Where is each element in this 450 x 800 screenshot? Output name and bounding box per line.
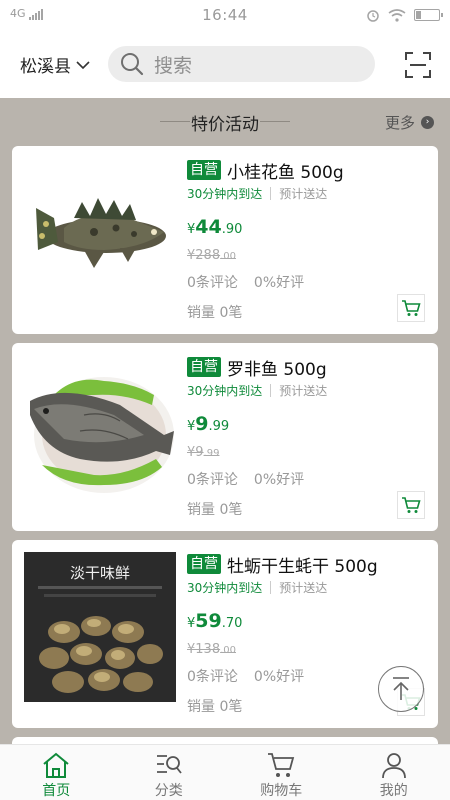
tab-cart[interactable]: 购物车 (225, 745, 338, 800)
product-card[interactable]: 自营 小桂花鱼 500g 30分钟内到达 预计送达 ¥44.90 ¥288.00… (12, 146, 438, 334)
divider (260, 121, 290, 122)
delivery-estimate: 预计送达 (279, 580, 328, 595)
home-icon (43, 752, 69, 778)
alarm-icon (367, 10, 379, 22)
tab-label: 分类 (154, 783, 183, 799)
self-operated-badge: 自营 (187, 357, 221, 377)
divider (270, 580, 272, 594)
sales-count: 销量 0笔 (187, 502, 243, 518)
original-price: ¥288.00 (187, 248, 236, 263)
tab-profile[interactable]: 我的 (338, 745, 450, 800)
search-icon (121, 53, 144, 76)
review-count: 0条评论 (187, 275, 238, 291)
search-placeholder: 搜索 (154, 54, 193, 77)
location-selector[interactable]: 松溪县 (20, 52, 90, 77)
product-name: 牡蛎干生蚝干 500g (227, 556, 378, 577)
delivery-estimate: 预计送达 (279, 186, 328, 201)
tab-category[interactable]: 分类 (113, 745, 226, 800)
positive-rate: 0%好评 (253, 472, 305, 488)
add-to-cart-button[interactable] (397, 491, 425, 519)
cart-icon (402, 497, 421, 513)
tab-label: 购物车 (260, 783, 303, 799)
sale-price: ¥44.90 (187, 216, 243, 238)
delivery-time: 30分钟内到达 (187, 580, 263, 595)
tab-label: 首页 (42, 783, 71, 799)
back-to-top-button[interactable] (378, 666, 424, 712)
product-image-title: 淡干味鲜 (70, 564, 130, 582)
more-label: 更多 (384, 114, 415, 132)
delivery-estimate: 预计送达 (279, 383, 328, 398)
user-icon (381, 753, 406, 779)
original-price: ¥138.00 (187, 642, 236, 657)
bottom-nav: 首页 分类 购物车 我的 (0, 744, 450, 800)
search-input[interactable]: 搜索 (108, 46, 375, 82)
more-link[interactable]: 更多 › (385, 112, 434, 133)
product-card[interactable]: 淡干味鲜 自营 牡蛎干生蚝干 500g 30分钟内到达 预计送达 ¥59.70 … (12, 540, 438, 728)
scan-icon[interactable] (404, 51, 432, 79)
product-card[interactable]: 自营 罗非鱼 500g 30分钟内到达 预计送达 ¥9.99 ¥9.99 0条评… (12, 343, 438, 531)
product-image (36, 198, 166, 268)
sale-price: ¥59.70 (187, 610, 243, 632)
positive-rate: 0%好评 (253, 275, 305, 291)
status-bar: 4G 16:44 (0, 0, 450, 30)
tab-home[interactable]: 首页 (0, 745, 113, 800)
cart-icon (268, 753, 295, 777)
product-name: 小桂花鱼 500g (227, 162, 344, 183)
original-price: ¥9.99 (187, 445, 220, 460)
product-image (30, 377, 174, 493)
divider (270, 383, 272, 397)
cart-icon (402, 300, 421, 316)
category-search-icon (156, 755, 182, 774)
section-title: 特价活动 (191, 115, 259, 135)
top-header: 松溪县 搜索 (0, 30, 450, 98)
tab-label: 我的 (379, 783, 408, 799)
divider (270, 186, 272, 200)
product-image: 淡干味鲜 (24, 552, 176, 702)
section-header: 特价活动 更多 › (0, 98, 450, 146)
delivery-time: 30分钟内到达 (187, 186, 263, 201)
add-to-cart-button[interactable] (397, 294, 425, 322)
location-label: 松溪县 (20, 57, 71, 77)
review-count: 0条评论 (187, 669, 238, 685)
sales-count: 销量 0笔 (187, 305, 243, 321)
self-operated-badge: 自营 (187, 554, 221, 574)
positive-rate: 0%好评 (253, 669, 305, 685)
chevron-right-icon: › (421, 116, 434, 129)
sale-price: ¥9.99 (187, 413, 230, 435)
self-operated-badge: 自营 (187, 160, 221, 180)
chevron-down-icon (76, 60, 90, 69)
wifi-icon (388, 8, 406, 22)
battery-icon (414, 9, 443, 21)
delivery-time: 30分钟内到达 (187, 383, 263, 398)
product-name: 罗非鱼 500g (227, 359, 327, 380)
arrow-up-icon (393, 677, 409, 700)
review-count: 0条评论 (187, 472, 238, 488)
